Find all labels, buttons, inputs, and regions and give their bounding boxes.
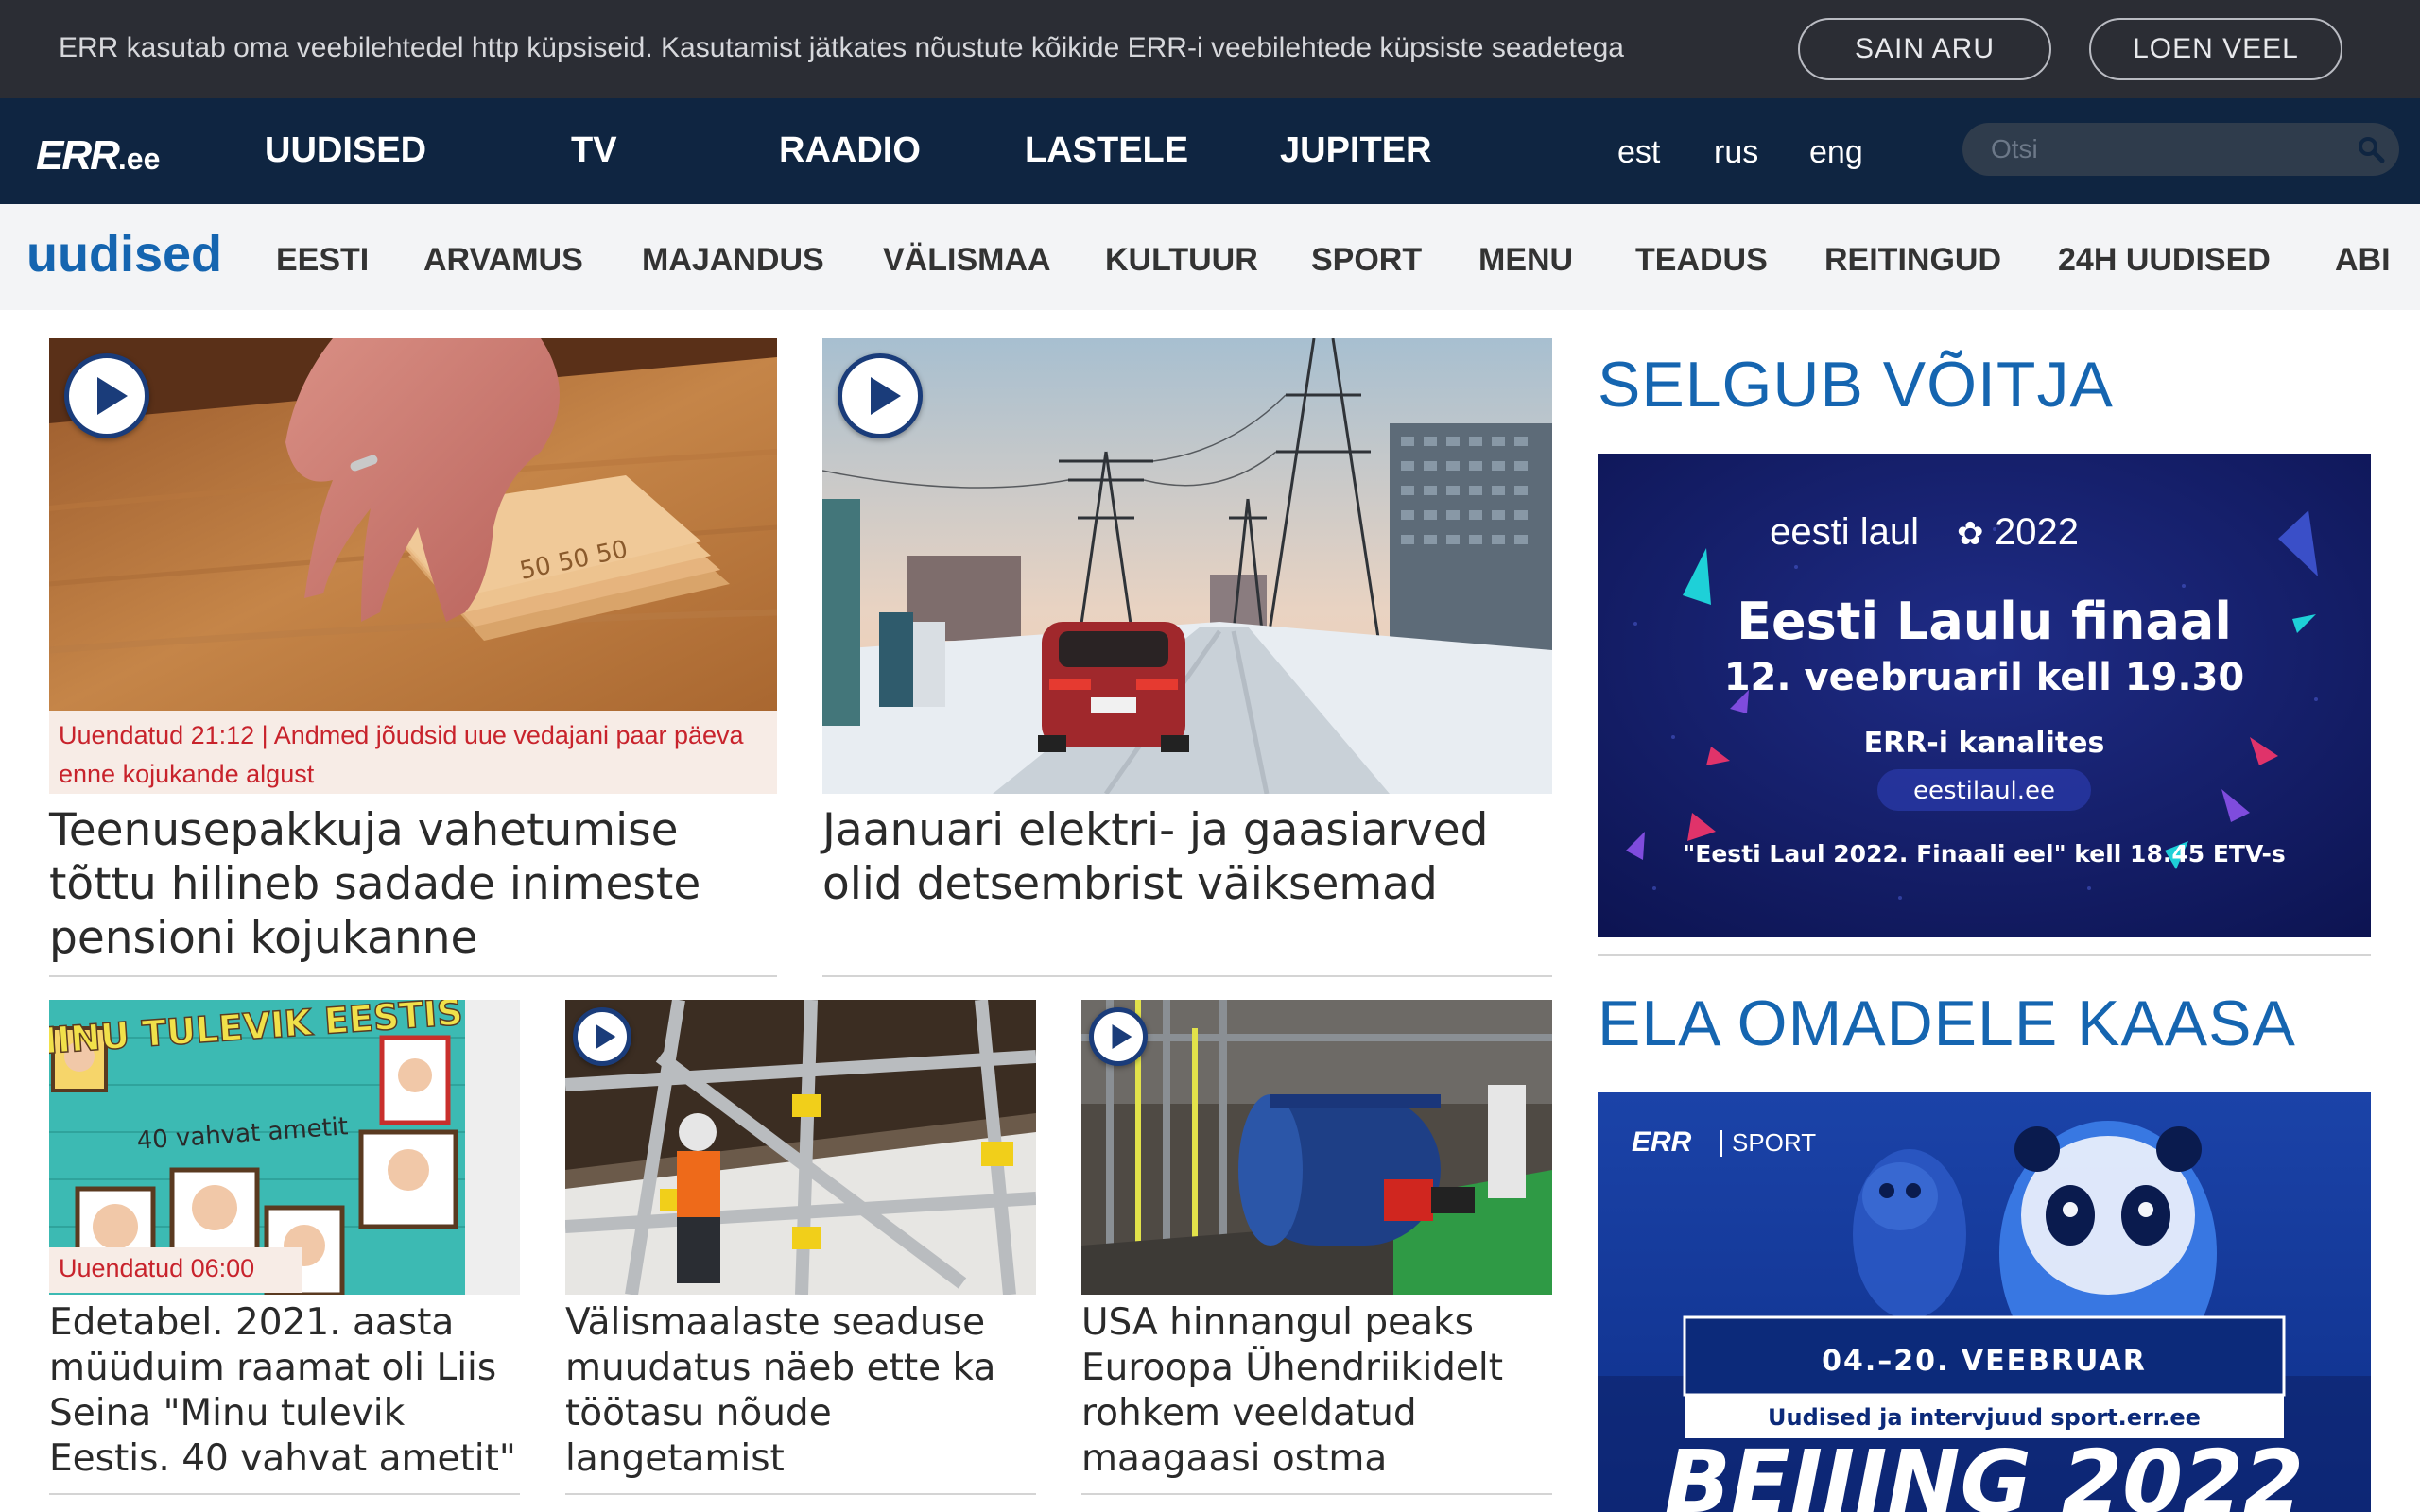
lang-rus[interactable]: rus	[1714, 134, 1758, 171]
article-5-divider	[1081, 1493, 1552, 1495]
money-hand-photo: 50 50 50	[49, 338, 777, 711]
section-link-teadus[interactable]: TEADUS	[1635, 242, 1768, 279]
nav-raadio[interactable]: RAADIO	[779, 130, 921, 171]
eesti-laul-artwork: eesti laul ✿ 2022 Eesti Laulu finaal 12.…	[1598, 454, 2371, 937]
nav-lastele[interactable]: LASTELE	[1025, 130, 1188, 171]
article-4-divider	[565, 1493, 1036, 1495]
cookie-accept-button[interactable]: SAIN ARU	[1798, 18, 2051, 80]
logo-tld: .ee	[117, 142, 161, 176]
article-4-headline[interactable]: Välismaalaste seaduse muudatus näeb ette…	[565, 1300, 1036, 1482]
article-1-image[interactable]: 50 50 50	[49, 338, 777, 711]
nav-jupiter[interactable]: JUPITER	[1280, 130, 1431, 171]
sidebar-divider	[1598, 954, 2371, 956]
section-link-24h-uudised[interactable]: 24H UUDISED	[2058, 242, 2271, 279]
sidebar-heading-ela-omadele-kaasa: ELA OMADELE KAASA	[1598, 988, 2296, 1059]
article-1-divider	[49, 975, 777, 977]
err-sport-olympics-banner[interactable]: ERR SPORT 04.–20. VEEBRUAR Uudised ja in…	[1598, 1092, 2371, 1512]
winter-road-photo	[822, 338, 1552, 794]
eesti-laul-banner[interactable]: eesti laul ✿ 2022 Eesti Laulu finaal 12.…	[1598, 454, 2371, 937]
article-3-headline[interactable]: Edetabel. 2021. aasta müüduim raamat oli…	[49, 1300, 520, 1482]
gas-tank-photo	[1081, 1000, 1552, 1295]
video-play-icon[interactable]	[838, 353, 923, 438]
scaffolding-worker-photo	[565, 1000, 1036, 1295]
section-link-majandus[interactable]: MAJANDUS	[642, 242, 824, 279]
err-logo[interactable]: ERR.ee	[36, 132, 160, 180]
lang-eng[interactable]: eng	[1809, 134, 1863, 171]
nav-tv[interactable]: TV	[571, 130, 617, 171]
err-sport-section: SPORT	[1732, 1128, 1816, 1157]
eesti-laul-channels: ERR-i kanalites	[1864, 727, 2105, 760]
article-2-image[interactable]	[822, 338, 1552, 794]
eesti-laul-brand: eesti laul	[1770, 511, 1919, 553]
article-5-headline[interactable]: USA hinnangul peaks Euroopa Ühendriikide…	[1081, 1300, 1552, 1482]
video-play-icon[interactable]	[1089, 1007, 1148, 1066]
section-link-eesti[interactable]: EESTI	[276, 242, 369, 279]
section-navigation: uudised EESTI ARVAMUS MAJANDUS VÄLISMAA …	[0, 204, 2420, 310]
search-input[interactable]	[1991, 132, 2331, 166]
video-play-icon[interactable]	[64, 353, 149, 438]
section-link-sport[interactable]: SPORT	[1311, 242, 1422, 279]
section-link-menu[interactable]: MENU	[1478, 242, 1573, 279]
nav-uudised[interactable]: UUDISED	[265, 130, 426, 171]
article-2-headline[interactable]: Jaanuari elektri- ja gaasiarved olid det…	[822, 803, 1552, 911]
olympics-tagline: Uudised ja intervjuud sport.err.ee	[1768, 1404, 2201, 1431]
section-link-abi[interactable]: ABI	[2335, 242, 2391, 279]
eesti-laul-url: eestilaul.ee	[1913, 777, 2055, 805]
sidebar-heading-selgub-voitja: SELGUB VÕITJA	[1598, 349, 2114, 421]
section-link-reitingud[interactable]: REITINGUD	[1824, 242, 2001, 279]
article-5-image[interactable]	[1081, 1000, 1552, 1295]
video-play-icon[interactable]	[573, 1007, 631, 1066]
article-2-divider	[822, 975, 1552, 977]
cookie-read-more-button[interactable]: LOEN VEEL	[2089, 18, 2342, 80]
olympics-big-text: BEIJING 2022	[1665, 1432, 2304, 1512]
eesti-laul-title: Eesti Laulu finaal	[1737, 592, 2232, 651]
section-link-kultuur[interactable]: KULTUUR	[1105, 242, 1258, 279]
err-sport-brand: ERR	[1632, 1126, 1692, 1158]
article-1-headline[interactable]: Teenusepakkuja vahetumise tõttu hilineb …	[49, 803, 777, 965]
olympics-dates: 04.–20. VEEBRUAR	[1822, 1345, 2147, 1378]
section-link-valismaa[interactable]: VÄLISMAA	[883, 242, 1051, 279]
article-3-updated-label: Uuendatud 06:00	[49, 1247, 302, 1293]
logo-wordmark: ERR	[36, 132, 120, 179]
eesti-laul-date: 12. veebruaril kell 19.30	[1724, 656, 2245, 699]
search-box	[1962, 123, 2399, 176]
main-navigation: ERR.ee UUDISED TV RAADIO LASTELE JUPITER…	[0, 98, 2420, 204]
article-4-image[interactable]	[565, 1000, 1036, 1295]
section-link-arvamus[interactable]: ARVAMUS	[424, 242, 583, 279]
logo-flame-icon: ✿	[1957, 516, 1984, 552]
eesti-laul-footer: "Eesti Laul 2022. Finaali eel" kell 18.4…	[1683, 840, 2286, 868]
search-icon[interactable]	[2356, 134, 2386, 164]
article-3-divider	[49, 1493, 520, 1495]
olympics-artwork: ERR SPORT 04.–20. VEEBRUAR Uudised ja in…	[1598, 1092, 2371, 1512]
cookie-notice-text: ERR kasutab oma veebilehtedel http küpsi…	[59, 32, 1624, 63]
cookie-banner: ERR kasutab oma veebilehtedel http küpsi…	[0, 0, 2420, 98]
eesti-laul-year: 2022	[1995, 511, 2079, 553]
lang-est[interactable]: est	[1617, 134, 1660, 171]
article-1-updated-label: Uuendatud 21:12 | Andmed jõudsid uue ved…	[49, 711, 777, 794]
section-title[interactable]: uudised	[26, 225, 222, 284]
